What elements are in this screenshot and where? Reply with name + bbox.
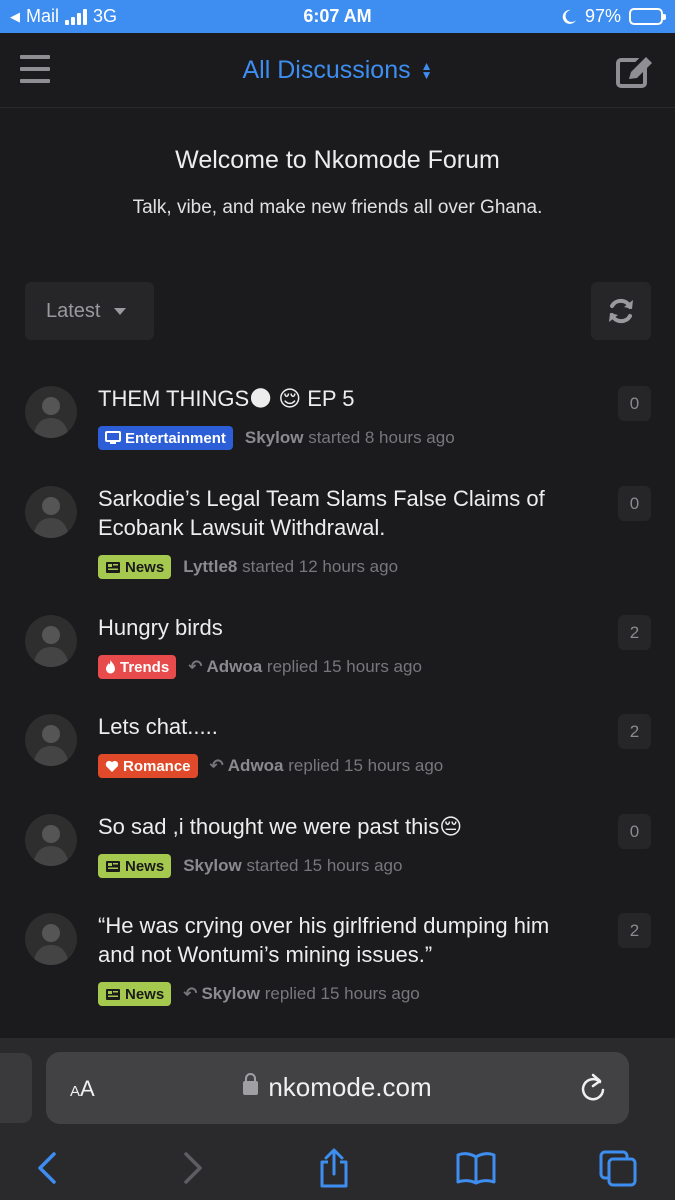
browser-toolbar (0, 1140, 675, 1200)
sort-dropdown[interactable]: Latest (25, 282, 154, 340)
url-text: nkomode.com (268, 1072, 432, 1102)
reply-count: 2 (618, 615, 651, 650)
moon-icon (562, 9, 576, 24)
reply-icon: ↶ (209, 756, 224, 775)
heart-icon (105, 760, 119, 773)
discussion-meta: Entertainment Skylow started 8 hours ago (98, 426, 455, 450)
tag-label: Trends (120, 658, 170, 676)
previous-tab-preview[interactable] (0, 1053, 32, 1123)
newspaper-icon (105, 988, 121, 1001)
activity-text: Lyttle8 started 12 hours ago (183, 557, 398, 577)
status-right: 97% (561, 6, 666, 27)
discussion-meta: News Lyttle8 started 12 hours ago (98, 555, 398, 579)
activity-time: started 8 hours ago (308, 428, 455, 447)
tag-label: Romance (123, 757, 191, 775)
back-button[interactable] (25, 1146, 69, 1190)
reply-icon: ↶ (183, 984, 198, 1003)
browser-chrome: AA nkomode.com (0, 1038, 675, 1200)
tag-label: News (125, 985, 165, 1003)
tag-badge[interactable]: Entertainment (98, 426, 233, 450)
username[interactable]: Skylow (201, 984, 260, 1003)
refresh-icon (609, 298, 633, 324)
discussion-meta: News Skylow started 15 hours ago (98, 854, 402, 878)
discussion-meta: News ↶ Skylow replied 15 hours ago (98, 982, 420, 1006)
tag-badge[interactable]: Romance (98, 754, 198, 778)
reply-count: 2 (618, 913, 651, 948)
welcome-title: Welcome to Nkomode Forum (175, 146, 500, 174)
activity-time: replied 15 hours ago (266, 657, 422, 676)
status-bar: ◀ Mail 3G 6:07 AM 97% (0, 0, 675, 33)
discussion-title[interactable]: Lets chat..... (98, 712, 588, 741)
tabs-icon (599, 1150, 637, 1187)
author-avatar[interactable] (25, 814, 77, 866)
username[interactable]: Lyttle8 (183, 557, 237, 576)
activity-time: started 12 hours ago (242, 557, 399, 576)
activity-text: ↶ Skylow replied 15 hours ago (183, 984, 420, 1004)
reply-count: 0 (618, 486, 651, 521)
tag-label: Entertainment (125, 429, 226, 447)
reply-count: 2 (618, 714, 651, 749)
discussion-title[interactable]: THEM THINGS🌑 😌 EP 5 (98, 384, 588, 413)
forward-button[interactable] (171, 1146, 215, 1190)
chevron-left-icon (38, 1152, 56, 1184)
sort-caret-icon: ▲ ▼ (420, 59, 433, 83)
compose-icon[interactable] (615, 53, 655, 89)
tv-icon (105, 431, 121, 445)
activity-time: replied 15 hours ago (264, 984, 420, 1003)
discussion-meta: Romance ↶ Adwoa replied 15 hours ago (98, 754, 443, 778)
chevron-right-icon (184, 1152, 202, 1184)
address-bar[interactable]: AA nkomode.com (46, 1052, 629, 1124)
bookmarks-button[interactable] (454, 1146, 498, 1190)
lock-icon (243, 1073, 259, 1095)
fire-icon (105, 660, 116, 674)
activity-text: ↶ Adwoa replied 15 hours ago (210, 756, 444, 776)
discussion-title[interactable]: Sarkodie’s Legal Team Slams False Claims… (98, 484, 588, 542)
reply-count: 0 (618, 386, 651, 421)
battery-percent: 97% (584, 6, 621, 26)
welcome-subtitle: Talk, vibe, and make new friends all ove… (132, 197, 543, 218)
activity-text: Skylow started 15 hours ago (183, 856, 402, 876)
activity-text: ↶ Adwoa replied 15 hours ago (188, 657, 422, 677)
forum-header: All Discussions ▲ ▼ (0, 33, 675, 108)
newspaper-icon (105, 561, 121, 574)
tag-badge[interactable]: News (98, 854, 172, 878)
sort-label: Latest (46, 299, 101, 322)
tag-badge[interactable]: News (98, 982, 172, 1006)
author-avatar[interactable] (25, 486, 77, 538)
tabs-button[interactable] (596, 1146, 640, 1190)
book-icon (456, 1152, 496, 1185)
username[interactable]: Skylow (245, 428, 304, 447)
discussion-title[interactable]: Hungry birds (98, 613, 588, 642)
share-icon (320, 1148, 348, 1188)
newspaper-icon (105, 860, 121, 873)
author-avatar[interactable] (25, 913, 77, 965)
tag-label: News (125, 857, 165, 875)
author-avatar[interactable] (25, 714, 77, 766)
username[interactable]: Adwoa (228, 756, 284, 775)
tag-badge[interactable]: News (98, 555, 172, 579)
reload-icon[interactable] (579, 1073, 607, 1103)
author-avatar[interactable] (25, 615, 77, 667)
tag-label: News (125, 558, 165, 576)
author-avatar[interactable] (25, 386, 77, 438)
reply-icon: ↶ (188, 657, 203, 676)
activity-time: replied 15 hours ago (288, 756, 444, 775)
reply-count: 0 (618, 814, 651, 849)
activity-time: started 15 hours ago (246, 856, 403, 875)
page-title: All Discussions (242, 56, 411, 84)
activity-text: Skylow started 8 hours ago (245, 428, 455, 448)
discussion-meta: Trends ↶ Adwoa replied 15 hours ago (98, 655, 422, 679)
discussions-filter[interactable]: All Discussions ▲ ▼ (0, 56, 675, 85)
url-field[interactable]: nkomode.com (46, 1072, 629, 1103)
tag-badge[interactable]: Trends (98, 655, 177, 679)
share-button[interactable] (312, 1146, 356, 1190)
refresh-button[interactable] (591, 282, 651, 340)
dropdown-caret-icon (114, 307, 127, 315)
discussion-title[interactable]: So sad ,i thought we were past this😔 (98, 812, 588, 841)
username[interactable]: Skylow (183, 856, 242, 875)
battery-icon (629, 8, 666, 25)
discussion-title[interactable]: “He was crying over his girlfriend dumpi… (98, 911, 588, 969)
username[interactable]: Adwoa (206, 657, 262, 676)
